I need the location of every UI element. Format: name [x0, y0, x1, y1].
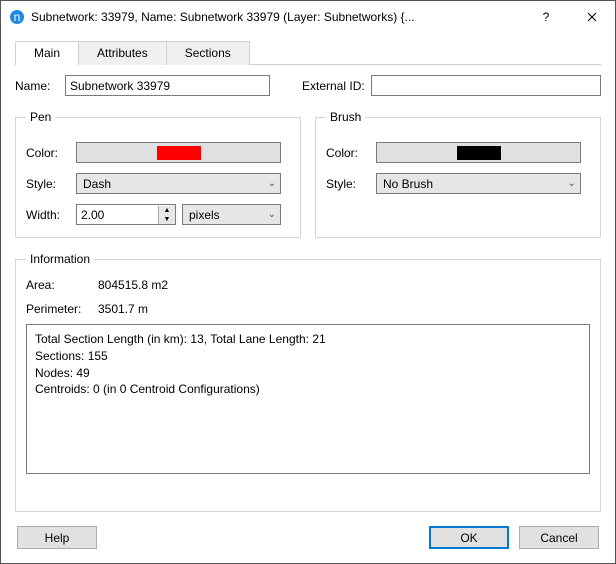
titlebar: n Subnetwork: 33979, Name: Subnetwork 33… — [1, 1, 615, 32]
tabs: Main Attributes Sections — [15, 40, 601, 65]
pen-color-swatch — [157, 146, 201, 160]
brush-style-dropdown[interactable]: No Brush ⌄ — [376, 173, 581, 194]
information-legend: Information — [26, 252, 94, 266]
pen-color-field[interactable] — [76, 142, 281, 163]
pen-width-label: Width: — [26, 208, 70, 222]
chevron-down-icon: ⌄ — [268, 178, 276, 189]
window-title: Subnetwork: 33979, Name: Subnetwork 3397… — [31, 10, 523, 24]
chevron-down-icon: ⌄ — [568, 178, 576, 189]
dialog-buttons: Help OK Cancel — [1, 518, 615, 563]
help-button[interactable]: ? — [523, 2, 569, 32]
brush-style-label: Style: — [326, 177, 370, 191]
svg-text:n: n — [14, 10, 21, 24]
chevron-down-icon: ⌄ — [268, 209, 276, 220]
perimeter-label: Perimeter: — [26, 302, 92, 316]
pen-width-value: 2.00 — [77, 208, 158, 222]
cancel-button[interactable]: Cancel — [519, 526, 599, 549]
information-details[interactable]: Total Section Length (in km): 13, Total … — [26, 324, 590, 474]
spinner-buttons[interactable]: ▲▼ — [158, 206, 175, 224]
external-id-field[interactable] — [371, 75, 601, 96]
brush-color-label: Color: — [326, 146, 370, 160]
area-value: 804515.8 m2 — [98, 278, 168, 292]
pen-width-units-dropdown[interactable]: pixels ⌄ — [182, 204, 281, 225]
tab-main[interactable]: Main — [15, 41, 79, 65]
pen-color-label: Color: — [26, 146, 70, 160]
pen-style-label: Style: — [26, 177, 70, 191]
tab-sections[interactable]: Sections — [167, 41, 250, 65]
help-button-bottom[interactable]: Help — [17, 526, 97, 549]
pen-group: Pen Color: Style: Dash ⌄ Width: 2.00 ▲▼ — [15, 110, 301, 238]
close-button[interactable] — [569, 2, 615, 32]
brush-legend: Brush — [326, 110, 365, 124]
name-field[interactable] — [65, 75, 270, 96]
brush-color-swatch — [457, 146, 501, 160]
app-icon: n — [9, 9, 25, 25]
brush-color-field[interactable] — [376, 142, 581, 163]
name-label: Name: — [15, 79, 59, 93]
pen-width-units-value: pixels — [189, 208, 220, 222]
external-id-label: External ID: — [302, 79, 365, 93]
pen-legend: Pen — [26, 110, 55, 124]
brush-style-value: No Brush — [383, 177, 433, 191]
perimeter-value: 3501.7 m — [98, 302, 148, 316]
pen-width-stepper[interactable]: 2.00 ▲▼ — [76, 204, 176, 225]
tab-attributes[interactable]: Attributes — [79, 41, 167, 65]
brush-group: Brush Color: Style: No Brush ⌄ — [315, 110, 601, 238]
pen-style-dropdown[interactable]: Dash ⌄ — [76, 173, 281, 194]
information-group: Information Area: 804515.8 m2 Perimeter:… — [15, 252, 601, 512]
area-label: Area: — [26, 278, 92, 292]
pen-style-value: Dash — [83, 177, 111, 191]
ok-button[interactable]: OK — [429, 526, 509, 549]
